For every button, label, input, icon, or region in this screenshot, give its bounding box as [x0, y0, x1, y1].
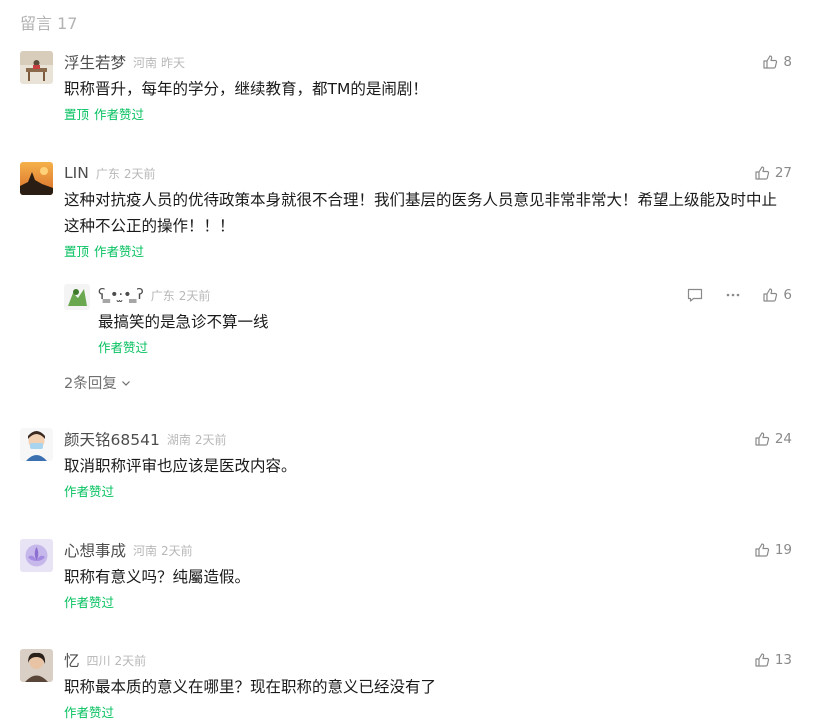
comment-time: 昨天 [161, 55, 186, 70]
like-button[interactable]: 27 [754, 162, 792, 184]
reply-body: ʕ ̳•·̫• ̳ʔ 广东 2天前 6 最搞笑的是急诊不算一线 作者赞过 [98, 284, 792, 356]
author-liked-tag: 作者赞过 [64, 595, 115, 610]
reply-time: 2天前 [178, 288, 211, 303]
portrait-avatar[interactable] [20, 649, 53, 682]
desk-avatar[interactable] [20, 51, 53, 84]
pinned-tag: 置顶 [64, 244, 90, 259]
comment-time: 2天前 [194, 432, 227, 447]
replier-location: 广东 [150, 288, 175, 303]
like-count: 13 [774, 652, 792, 668]
like-count: 19 [774, 542, 792, 558]
like-button[interactable]: 19 [754, 539, 792, 561]
masked-person-avatar[interactable] [20, 428, 53, 461]
comment-text: 职称晋升，每年的学分，继续教育，都TM的是闹剧！ [64, 80, 428, 98]
pinned-tag: 置顶 [64, 107, 90, 122]
comment-tags: 作者赞过 [64, 481, 792, 500]
commenter-name[interactable]: 心想事成 [64, 539, 126, 561]
like-button[interactable]: 6 [762, 284, 792, 306]
chevron-down-icon [121, 380, 130, 386]
commenter-location: 河南 [133, 55, 158, 70]
comment-meta: LIN 广东 2天前 [64, 162, 792, 184]
comments-header: 留言 17 [20, 14, 78, 33]
reply-comment-icon[interactable] [686, 286, 704, 304]
commenter-location: 四川 [86, 653, 111, 668]
sunset-silhouette-avatar[interactable] [20, 162, 53, 195]
comment-meta: 忆 四川 2天前 [64, 649, 792, 671]
reply-actions: 6 [686, 284, 792, 306]
commenter-name[interactable]: 浮生若梦 [64, 51, 126, 73]
thumbs-up-icon [755, 653, 769, 667]
comment-tags: 置顶 作者赞过 [64, 104, 792, 123]
like-count: 27 [774, 165, 792, 181]
like-button[interactable]: 24 [754, 428, 792, 450]
like-count: 8 [783, 54, 792, 70]
author-liked-tag: 作者赞过 [94, 107, 145, 122]
green-cartoon-avatar[interactable] [64, 284, 90, 310]
comment-time: 2天前 [161, 543, 193, 558]
comment-body: 浮生若梦 河南 昨天 8 职称晋升，每年的学分，继续教育，都TM的是闹剧！ 置顶… [64, 51, 792, 123]
author-liked-tag: 作者赞过 [98, 340, 149, 355]
commenter-name[interactable]: 颜天铭68541 [64, 428, 160, 450]
comment-text: 职称有意义吗？纯屬造假。 [64, 568, 251, 586]
author-liked-tag: 作者赞过 [64, 484, 115, 499]
thumbs-up-icon [755, 432, 769, 446]
more-replies-label: 2条回复 [64, 376, 117, 392]
comment-tags: 置顶 作者赞过 [64, 241, 792, 260]
author-liked-tag: 作者赞过 [64, 705, 115, 720]
lotus-avatar[interactable] [20, 539, 53, 572]
more-options-icon[interactable] [724, 286, 742, 304]
comment-time: 2天前 [123, 166, 156, 181]
commenter-name[interactable]: LIN [64, 164, 89, 182]
comment-text: 取消职称评审也应该是医改内容。 [64, 457, 297, 475]
like-count: 24 [774, 431, 792, 447]
replier-name[interactable]: ʕ ̳•·̫• ̳ʔ [98, 287, 144, 303]
comment-body: 颜天铭68541 湖南 2天前 24 取消职称评审也应该是医改内容。 作者赞过 [64, 428, 792, 500]
commenter-location: 广东 [95, 166, 120, 181]
comment-body: LIN 广东 2天前 27 这种对抗疫人员的优待政策本身就很不合理！我们基层的医… [64, 162, 792, 260]
commenter-location: 湖南 [166, 432, 191, 447]
reply-text: 最搞笑的是急诊不算一线 [98, 313, 269, 331]
commenter-location: 河南 [133, 543, 158, 558]
thumbs-up-icon [763, 55, 778, 69]
comment-meta: 心想事成 河南 2天前 [64, 539, 792, 561]
thumbs-up-icon [755, 543, 769, 557]
comment-body: 忆 四川 2天前 13 职称最本质的意义在哪里？现在职称的意义已经没有了 作者赞… [64, 649, 792, 721]
comment-meta: 颜天铭68541 湖南 2天前 [64, 428, 792, 450]
author-liked-tag: 作者赞过 [94, 244, 145, 259]
like-button[interactable]: 13 [754, 649, 792, 671]
comment-meta: 浮生若梦 河南 昨天 [64, 51, 792, 73]
like-count: 6 [783, 287, 792, 303]
comment-text: 这种对抗疫人员的优待政策本身就很不合理！我们基层的医务人员意见非常非常大！希望上… [64, 191, 778, 235]
comment-body: 心想事成 河南 2天前 19 职称有意义吗？纯屬造假。 作者赞过 [64, 539, 792, 611]
comment-tags: 作者赞过 [64, 702, 792, 721]
comment-text: 职称最本质的意义在哪里？现在职称的意义已经没有了 [64, 678, 437, 696]
comment-time: 2天前 [114, 653, 147, 668]
commenter-name[interactable]: 忆 [64, 649, 80, 671]
thumbs-up-icon [763, 288, 778, 302]
like-button[interactable]: 8 [762, 51, 792, 73]
reply-tags: 作者赞过 [98, 337, 792, 356]
comment-tags: 作者赞过 [64, 592, 792, 611]
thumbs-up-icon [755, 166, 769, 180]
more-replies-toggle[interactable]: 2条回复 [64, 372, 131, 393]
